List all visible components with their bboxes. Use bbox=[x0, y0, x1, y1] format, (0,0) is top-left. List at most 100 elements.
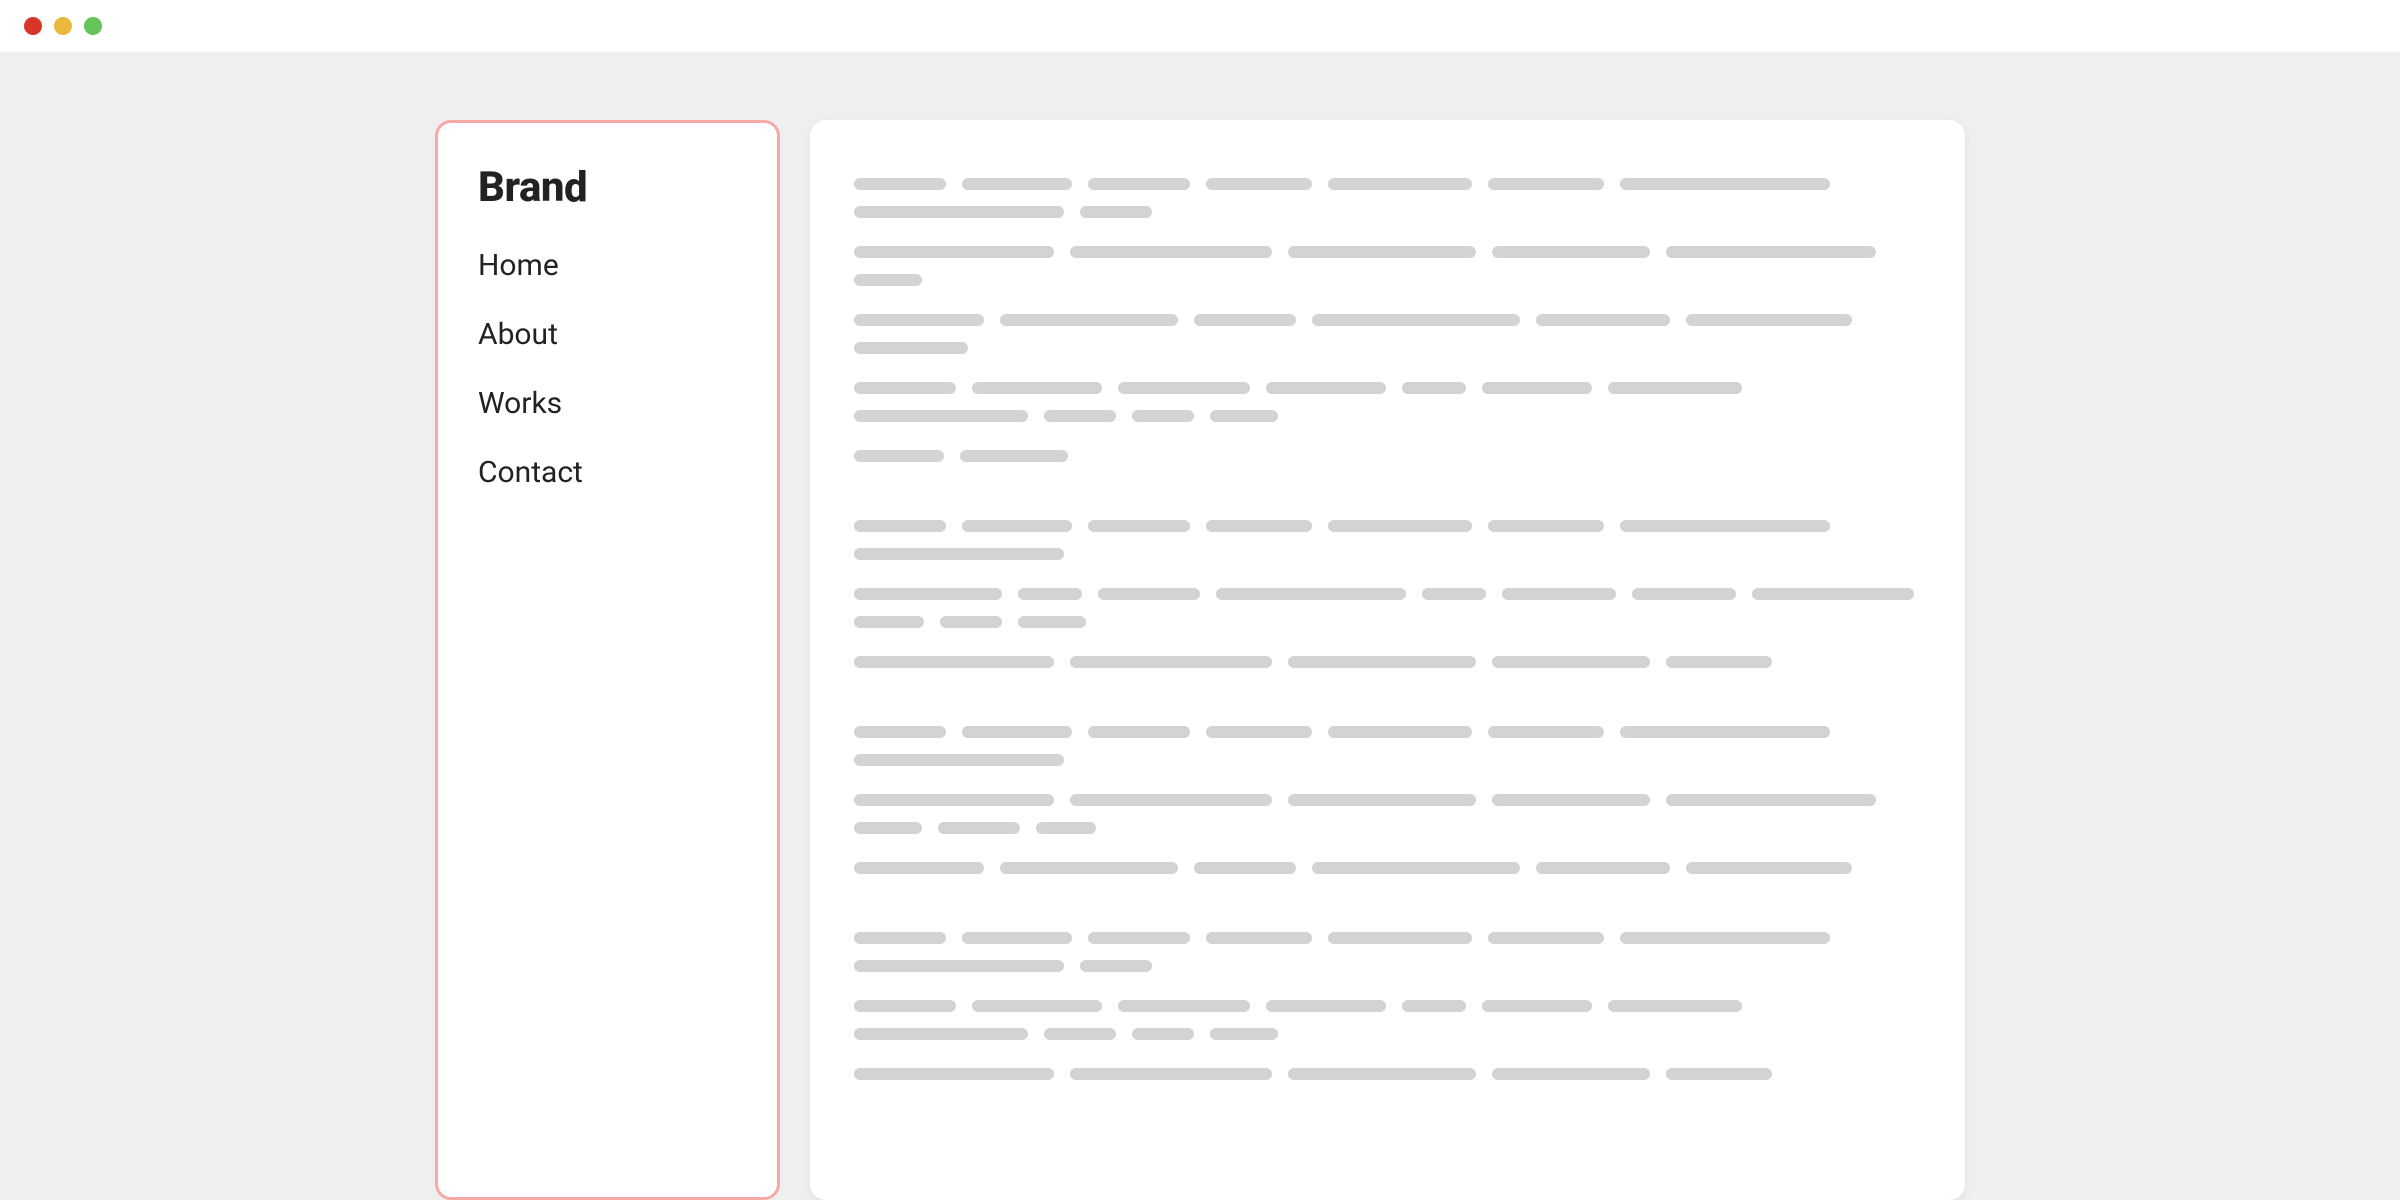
placeholder-segment bbox=[1070, 656, 1272, 668]
placeholder-segment bbox=[854, 178, 946, 190]
placeholder-segment bbox=[1608, 382, 1742, 394]
placeholder-segment bbox=[1488, 178, 1604, 190]
brand-logo[interactable]: Brand bbox=[478, 163, 737, 212]
placeholder-segment bbox=[1206, 520, 1312, 532]
placeholder-segment bbox=[1194, 862, 1296, 874]
placeholder-segment bbox=[854, 656, 1054, 668]
placeholder-segment bbox=[940, 616, 1002, 628]
placeholder-segment bbox=[1620, 178, 1830, 190]
window-titlebar bbox=[0, 0, 2400, 52]
placeholder-segment bbox=[854, 932, 946, 944]
placeholder-segment bbox=[1328, 726, 1472, 738]
placeholder-segment bbox=[1492, 656, 1650, 668]
placeholder-segment bbox=[1482, 382, 1592, 394]
placeholder-segment bbox=[854, 548, 1064, 560]
placeholder-segment bbox=[854, 450, 944, 462]
placeholder-line bbox=[854, 246, 1921, 286]
placeholder-segment bbox=[1266, 382, 1386, 394]
placeholder-segment bbox=[1070, 246, 1272, 258]
placeholder-segment bbox=[1044, 410, 1116, 422]
placeholder-segment bbox=[854, 754, 1064, 766]
main-content bbox=[810, 120, 1965, 1200]
placeholder-segment bbox=[1206, 932, 1312, 944]
placeholder-segment bbox=[854, 726, 946, 738]
nav-item-works[interactable]: Works bbox=[478, 386, 737, 421]
placeholder-line bbox=[854, 450, 1921, 462]
window-minimize-button[interactable] bbox=[54, 17, 72, 35]
placeholder-segment bbox=[962, 520, 1072, 532]
placeholder-segment bbox=[1266, 1000, 1386, 1012]
placeholder-segment bbox=[854, 314, 984, 326]
placeholder-segment bbox=[962, 932, 1072, 944]
placeholder-segment bbox=[1288, 794, 1476, 806]
placeholder-segment bbox=[1044, 1028, 1116, 1040]
placeholder-segment bbox=[938, 822, 1020, 834]
placeholder-segment bbox=[1118, 382, 1250, 394]
window-close-button[interactable] bbox=[24, 17, 42, 35]
placeholder-segment bbox=[1666, 246, 1876, 258]
placeholder-segment bbox=[1088, 726, 1190, 738]
placeholder-segment bbox=[1194, 314, 1296, 326]
placeholder-segment bbox=[972, 1000, 1102, 1012]
placeholder-segment bbox=[1402, 1000, 1466, 1012]
placeholder-segment bbox=[1018, 616, 1086, 628]
placeholder-segment bbox=[1216, 588, 1406, 600]
placeholder-segment bbox=[1620, 520, 1830, 532]
nav-item-about[interactable]: About bbox=[478, 317, 737, 352]
placeholder-segment bbox=[1070, 794, 1272, 806]
placeholder-segment bbox=[854, 410, 1028, 422]
placeholder-segment bbox=[1608, 1000, 1742, 1012]
placeholder-segment bbox=[854, 1000, 956, 1012]
nav-item-home[interactable]: Home bbox=[478, 248, 737, 283]
placeholder-segment bbox=[854, 616, 924, 628]
placeholder-segment bbox=[1666, 794, 1876, 806]
nav-list: Home About Works Contact bbox=[478, 248, 737, 490]
placeholder-segment bbox=[1088, 932, 1190, 944]
placeholder-segment bbox=[1686, 862, 1852, 874]
placeholder-segment bbox=[854, 382, 956, 394]
placeholder-segment bbox=[1482, 1000, 1592, 1012]
placeholder-segment bbox=[962, 726, 1072, 738]
nav-item-contact[interactable]: Contact bbox=[478, 455, 737, 490]
app-window: Brand Home About Works Contact bbox=[0, 0, 2400, 1200]
placeholder-segment bbox=[1000, 862, 1178, 874]
placeholder-line bbox=[854, 178, 1921, 218]
placeholder-segment bbox=[1000, 314, 1178, 326]
window-zoom-button[interactable] bbox=[84, 17, 102, 35]
placeholder-segment bbox=[962, 178, 1072, 190]
placeholder-line bbox=[854, 1000, 1921, 1040]
placeholder-line bbox=[854, 1068, 1921, 1080]
placeholder-segment bbox=[1492, 1068, 1650, 1080]
placeholder-paragraph bbox=[854, 932, 1921, 1080]
placeholder-line bbox=[854, 314, 1921, 354]
placeholder-segment bbox=[1036, 822, 1096, 834]
placeholder-segment bbox=[1620, 932, 1830, 944]
placeholder-segment bbox=[1312, 862, 1520, 874]
placeholder-segment bbox=[1018, 588, 1082, 600]
placeholder-paragraph bbox=[854, 520, 1921, 668]
placeholder-line bbox=[854, 726, 1921, 766]
placeholder-segment bbox=[854, 588, 1002, 600]
placeholder-segment bbox=[1080, 206, 1152, 218]
placeholder-segment bbox=[1206, 178, 1312, 190]
placeholder-segment bbox=[1288, 656, 1476, 668]
placeholder-segment bbox=[854, 822, 922, 834]
placeholder-segment bbox=[1118, 1000, 1250, 1012]
placeholder-segment bbox=[1492, 794, 1650, 806]
placeholder-segment bbox=[1536, 862, 1670, 874]
placeholder-segment bbox=[1488, 932, 1604, 944]
placeholder-line bbox=[854, 382, 1921, 422]
placeholder-segment bbox=[1422, 588, 1486, 600]
placeholder-line bbox=[854, 520, 1921, 560]
placeholder-segment bbox=[1210, 410, 1278, 422]
placeholder-segment bbox=[854, 206, 1064, 218]
placeholder-segment bbox=[1492, 246, 1650, 258]
page-body: Brand Home About Works Contact bbox=[0, 52, 2400, 1200]
placeholder-segment bbox=[854, 1028, 1028, 1040]
placeholder-segment bbox=[1328, 520, 1472, 532]
placeholder-segment bbox=[1620, 726, 1830, 738]
placeholder-segment bbox=[1070, 1068, 1272, 1080]
placeholder-segment bbox=[1402, 382, 1466, 394]
placeholder-paragraph bbox=[854, 726, 1921, 874]
placeholder-segment bbox=[1098, 588, 1200, 600]
